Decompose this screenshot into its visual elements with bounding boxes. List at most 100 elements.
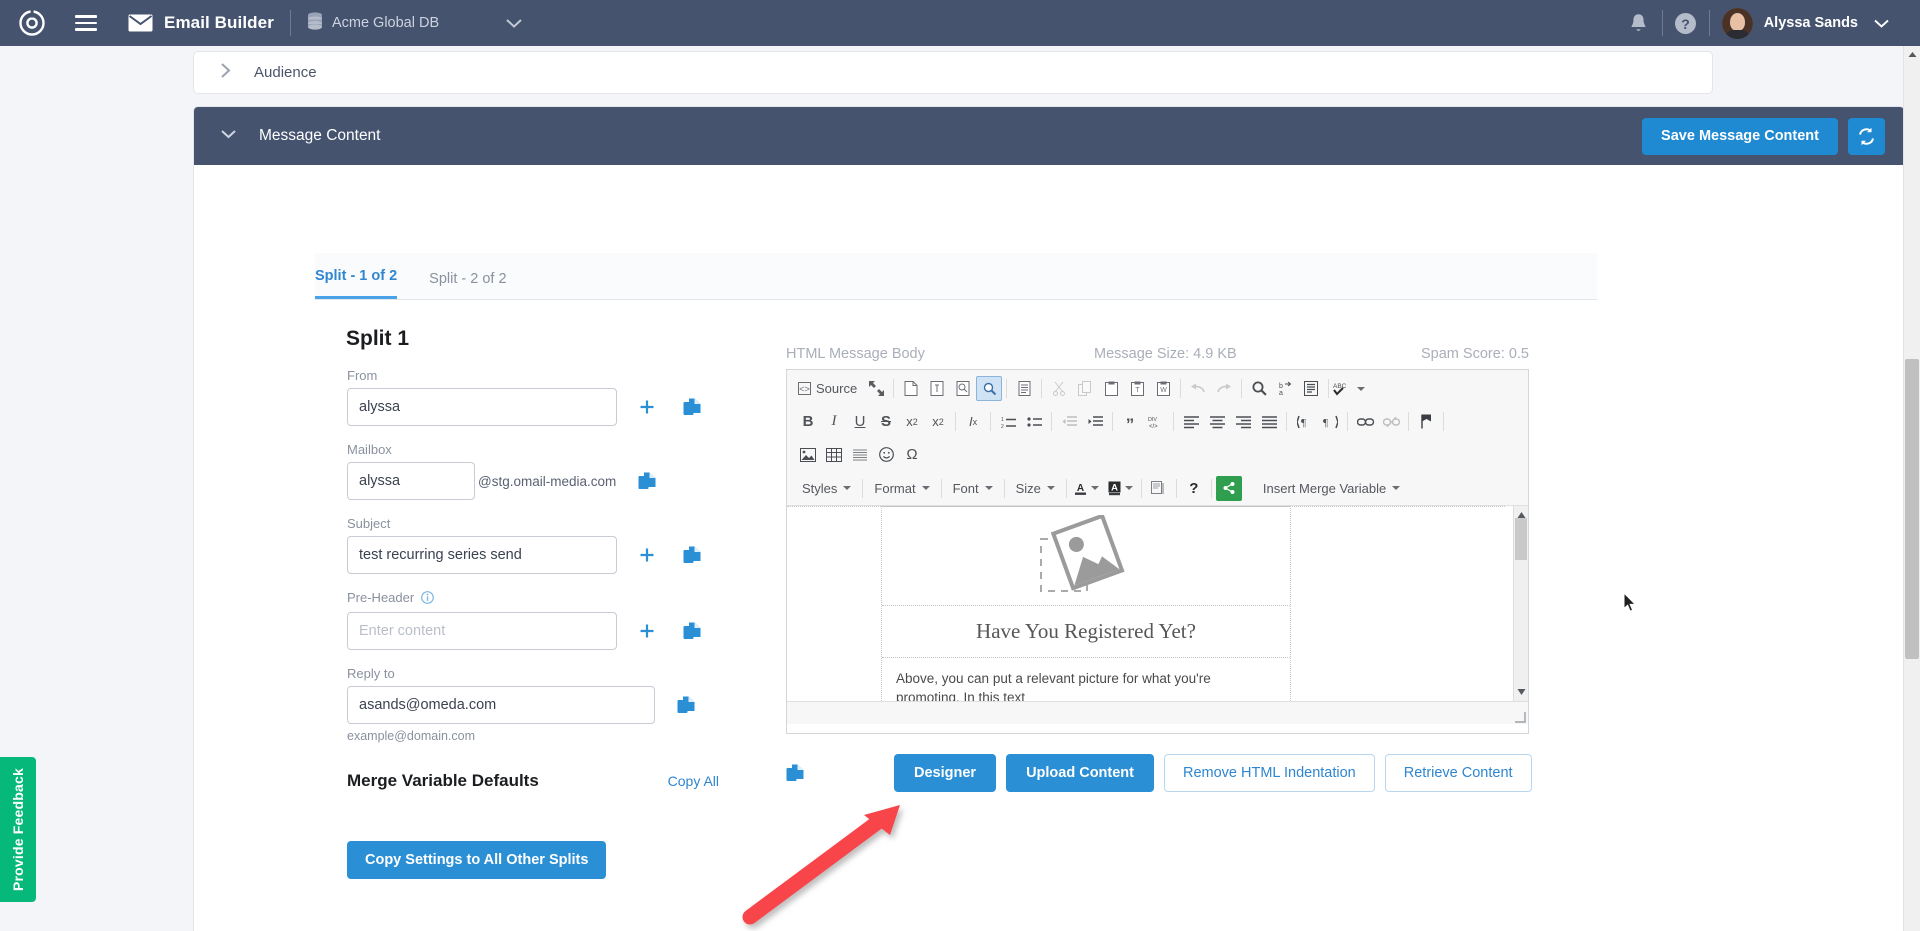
text-color-icon[interactable]: A bbox=[1071, 476, 1091, 501]
editor-scroll-down-arrow-icon[interactable] bbox=[1517, 683, 1526, 701]
subscript-icon[interactable]: x2 bbox=[899, 409, 925, 434]
insert-merge-variable-dropdown[interactable]: Insert Merge Variable bbox=[1256, 476, 1407, 501]
share-icon[interactable] bbox=[1216, 476, 1242, 501]
mailbox-copy-icon[interactable] bbox=[638, 472, 657, 491]
scrollbar-thumb[interactable] bbox=[1905, 359, 1919, 659]
background-color-chevron-down-icon[interactable] bbox=[1125, 486, 1133, 490]
tab-split-1[interactable]: Split - 1 of 2 bbox=[315, 268, 397, 299]
horizontal-rule-icon[interactable] bbox=[847, 442, 873, 467]
from-input[interactable] bbox=[347, 388, 617, 426]
page-scrollbar[interactable] bbox=[1903, 46, 1920, 931]
blockquote-icon[interactable]: ” bbox=[1117, 409, 1143, 434]
subject-input[interactable] bbox=[347, 536, 617, 574]
replace-icon[interactable]: ba bbox=[1272, 376, 1298, 401]
database-chevron-down-icon[interactable] bbox=[505, 17, 523, 29]
spellcheck-icon[interactable]: ABC bbox=[1333, 376, 1365, 401]
numbered-list-icon[interactable]: 12 bbox=[995, 409, 1021, 434]
retrieve-content-button[interactable]: Retrieve Content bbox=[1385, 754, 1532, 792]
justify-icon[interactable] bbox=[1256, 409, 1282, 434]
source-button[interactable]: <> Source bbox=[795, 376, 863, 401]
document-icon[interactable] bbox=[1011, 376, 1037, 401]
preheader-add-icon[interactable] bbox=[639, 623, 655, 639]
copy-settings-to-all-splits-button[interactable]: Copy Settings to All Other Splits bbox=[347, 841, 606, 879]
link-icon[interactable] bbox=[1352, 409, 1378, 434]
omeda-circle-logo-icon[interactable] bbox=[10, 9, 54, 37]
upload-content-button[interactable]: Upload Content bbox=[1006, 754, 1154, 792]
maximize-icon[interactable] bbox=[863, 376, 889, 401]
find-icon[interactable] bbox=[1246, 376, 1272, 401]
scroll-up-arrow-icon[interactable] bbox=[1904, 46, 1920, 63]
bell-icon[interactable] bbox=[1616, 0, 1662, 46]
undo-icon[interactable] bbox=[1185, 376, 1211, 401]
rtl-icon[interactable]: ¶ bbox=[1317, 409, 1343, 434]
preheader-copy-icon[interactable] bbox=[683, 622, 702, 641]
ltr-icon[interactable]: ¶ bbox=[1291, 409, 1317, 434]
subject-add-icon[interactable] bbox=[639, 547, 655, 563]
info-circle-icon[interactable] bbox=[421, 592, 434, 607]
smiley-icon[interactable] bbox=[873, 442, 899, 467]
from-copy-icon[interactable] bbox=[683, 398, 702, 417]
mailbox-input[interactable] bbox=[347, 462, 475, 500]
anchor-icon[interactable] bbox=[1413, 409, 1439, 434]
editor-vertical-scrollbar[interactable] bbox=[1513, 506, 1528, 701]
find-highlight-icon[interactable] bbox=[976, 376, 1002, 401]
cut-icon[interactable] bbox=[1046, 376, 1072, 401]
editor-content-area[interactable]: Have You Registered Yet? Above, you can … bbox=[787, 506, 1528, 701]
show-blocks-icon[interactable] bbox=[1146, 476, 1172, 501]
templates-icon[interactable] bbox=[924, 376, 950, 401]
designer-button[interactable]: Designer bbox=[894, 754, 996, 792]
chevron-right-icon[interactable] bbox=[220, 62, 232, 84]
subject-copy-icon[interactable] bbox=[683, 546, 702, 565]
audience-panel[interactable]: Audience bbox=[193, 51, 1713, 94]
image-icon[interactable] bbox=[795, 442, 821, 467]
editor-scrollbar-thumb[interactable] bbox=[1515, 518, 1527, 560]
underline-icon[interactable]: U bbox=[847, 409, 873, 434]
unlink-icon[interactable] bbox=[1378, 409, 1404, 434]
paste-icon[interactable] bbox=[1098, 376, 1124, 401]
background-color-icon[interactable]: A bbox=[1105, 476, 1125, 501]
select-all-icon[interactable] bbox=[1298, 376, 1324, 401]
from-add-icon[interactable] bbox=[639, 399, 655, 415]
text-color-chevron-down-icon[interactable] bbox=[1091, 486, 1099, 490]
refresh-icon[interactable] bbox=[1848, 118, 1885, 155]
italic-icon[interactable]: I bbox=[821, 409, 847, 434]
replyto-copy-icon[interactable] bbox=[677, 696, 696, 715]
replyto-input[interactable] bbox=[347, 686, 655, 724]
remove-format-icon[interactable]: Ix bbox=[960, 409, 986, 434]
hamburger-menu-icon[interactable] bbox=[64, 15, 108, 31]
provide-feedback-tab[interactable]: Provide Feedback bbox=[0, 757, 36, 902]
outdent-icon[interactable] bbox=[1056, 409, 1082, 434]
email-preview-canvas[interactable]: Have You Registered Yet? Above, you can … bbox=[787, 506, 1528, 701]
styles-dropdown[interactable]: Styles bbox=[795, 476, 858, 501]
copy-all-link[interactable]: Copy All bbox=[668, 773, 719, 789]
strikethrough-icon[interactable]: S bbox=[873, 409, 899, 434]
align-left-icon[interactable] bbox=[1178, 409, 1204, 434]
content-copy-icon[interactable] bbox=[786, 764, 826, 783]
user-chevron-down-icon[interactable] bbox=[1858, 0, 1904, 46]
table-icon[interactable] bbox=[821, 442, 847, 467]
question-circle-icon[interactable]: ? bbox=[1663, 0, 1709, 46]
new-page-icon[interactable] bbox=[898, 376, 924, 401]
remove-html-indentation-button[interactable]: Remove HTML Indentation bbox=[1164, 754, 1375, 792]
superscript-icon[interactable]: x2 bbox=[925, 409, 951, 434]
preheader-input[interactable] bbox=[347, 612, 617, 650]
bulleted-list-icon[interactable] bbox=[1021, 409, 1047, 434]
avatar[interactable] bbox=[1722, 8, 1753, 39]
email-headline[interactable]: Have You Registered Yet? bbox=[882, 606, 1290, 658]
align-right-icon[interactable] bbox=[1230, 409, 1256, 434]
save-message-content-button[interactable]: Save Message Content bbox=[1642, 118, 1838, 155]
bold-icon[interactable]: B bbox=[795, 409, 821, 434]
paste-word-icon[interactable]: W bbox=[1150, 376, 1176, 401]
special-char-icon[interactable]: Ω bbox=[899, 442, 925, 467]
editor-resize-handle[interactable] bbox=[1514, 710, 1526, 722]
div-container-icon[interactable]: DIV</> bbox=[1143, 409, 1169, 434]
redo-icon[interactable] bbox=[1211, 376, 1237, 401]
format-dropdown[interactable]: Format bbox=[867, 476, 936, 501]
tab-split-2[interactable]: Split - 2 of 2 bbox=[429, 271, 506, 299]
database-selector[interactable]: Acme Global DB bbox=[307, 12, 439, 35]
help-icon[interactable]: ? bbox=[1181, 476, 1207, 501]
indent-icon[interactable] bbox=[1082, 409, 1108, 434]
paste-text-icon[interactable]: T bbox=[1124, 376, 1150, 401]
align-center-icon[interactable] bbox=[1204, 409, 1230, 434]
copy-icon[interactable] bbox=[1072, 376, 1098, 401]
